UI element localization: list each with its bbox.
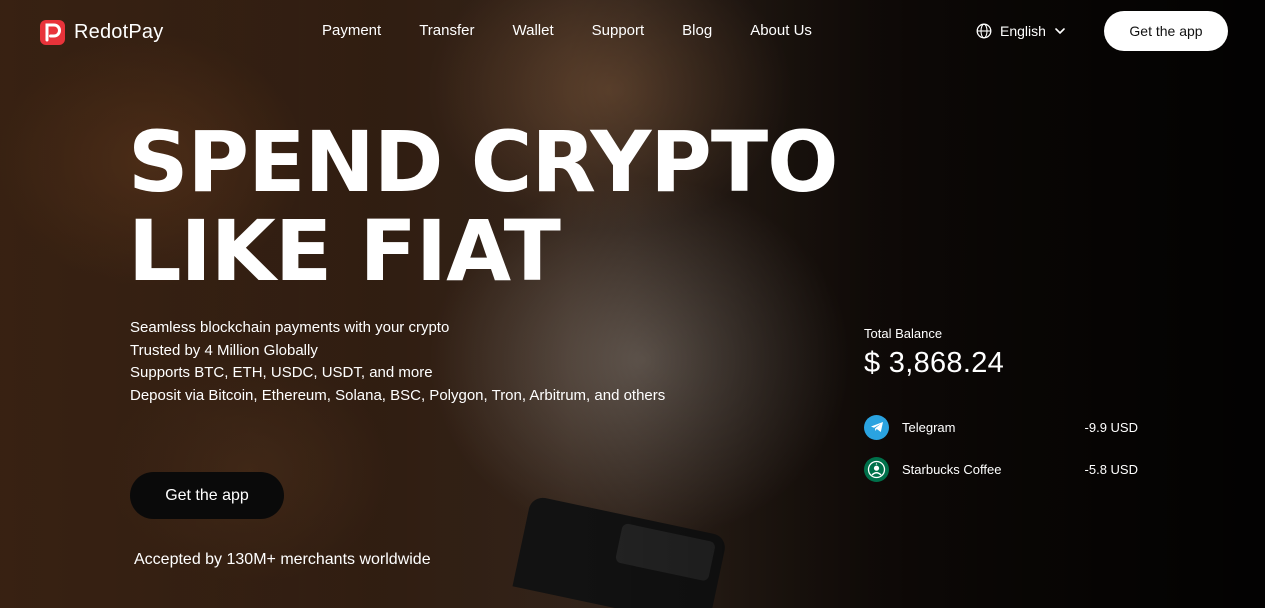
merchants-tagline: Accepted by 130M+ merchants worldwide: [134, 551, 431, 568]
language-label: English: [1000, 23, 1046, 39]
transaction-row: Starbucks Coffee -5.8 USD: [864, 456, 1138, 482]
hero-headline-line-1: SPEND CRYPTO: [128, 113, 839, 211]
nav-link-payment[interactable]: Payment: [322, 22, 381, 39]
total-balance-label: Total Balance: [864, 326, 943, 341]
get-the-app-button-hero[interactable]: Get the app: [130, 472, 284, 519]
chevron-down-icon: [1055, 28, 1065, 35]
hero-headline-line-2: LIKE FIAT: [128, 202, 561, 300]
get-the-app-button-header[interactable]: Get the app: [1104, 11, 1228, 51]
top-navigation: RedotPay Payment Transfer Wallet Support…: [0, 0, 1265, 64]
feature-item: Seamless blockchain payments with your c…: [130, 319, 450, 336]
globe-icon: [976, 23, 992, 39]
nav-links: Payment Transfer Wallet Support Blog Abo…: [322, 22, 812, 39]
transaction-name: Telegram: [902, 419, 956, 435]
feature-item: Deposit via Bitcoin, Ethereum, Solana, B…: [130, 386, 666, 404]
total-balance-value: $ 3,868.24: [864, 347, 1005, 379]
hero-headline: SPEND CRYPTO LIKE FIAT: [128, 113, 839, 300]
language-selector[interactable]: English: [976, 23, 1066, 39]
starbucks-icon: [864, 456, 889, 482]
feature-item: Trusted by 4 Million Globally: [130, 341, 318, 359]
hero-feature-list: Seamless blockchain payments with your c…: [130, 317, 665, 407]
nav-link-wallet[interactable]: Wallet: [513, 22, 554, 39]
nav-link-about-us[interactable]: About Us: [750, 22, 812, 39]
redotpay-logo-icon: [40, 20, 65, 45]
telegram-icon: [864, 414, 889, 440]
nav-link-transfer[interactable]: Transfer: [419, 22, 474, 39]
brand-name: RedotPay: [74, 21, 164, 43]
nav-link-blog[interactable]: Blog: [682, 22, 712, 39]
transaction-row: Telegram -9.9 USD: [864, 414, 1138, 440]
transaction-amount: -9.9 USD: [1084, 419, 1138, 435]
brand-logo[interactable]: RedotPay: [40, 20, 163, 45]
feature-item: Supports BTC, ETH, USDC, USDT, and more: [130, 364, 433, 381]
nav-link-support[interactable]: Support: [592, 22, 645, 39]
transaction-amount: -5.8 USD: [1084, 461, 1138, 477]
transaction-name: Starbucks Coffee: [902, 461, 1002, 477]
balance-card: Total Balance $ 3,868.24 Telegram -9.9 U…: [864, 326, 1144, 482]
